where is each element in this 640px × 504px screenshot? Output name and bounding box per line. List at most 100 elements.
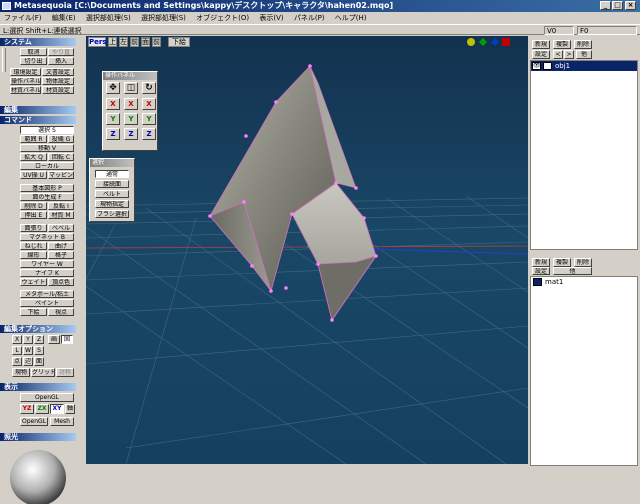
s-toggle[interactable]: S — [34, 346, 44, 355]
paint-button[interactable]: ペイント — [20, 299, 74, 307]
move-x-button[interactable]: X — [106, 98, 120, 110]
scale-z-button[interactable]: Z — [124, 128, 138, 140]
redo-button[interactable]: やり直 — [48, 48, 74, 56]
rotate-y-button[interactable]: Y — [142, 113, 156, 125]
viewpoint-button[interactable]: 視点 — [48, 308, 74, 316]
menu-object[interactable]: オブジェクト(O) — [192, 12, 253, 24]
scale-y-button[interactable]: Y — [124, 113, 138, 125]
env-settings-button[interactable]: 環境設定 — [10, 68, 41, 76]
view-top-button[interactable]: 上 — [108, 37, 117, 47]
metaball-button[interactable]: メタボール/粘土 — [20, 290, 74, 298]
select-current-button[interactable]: 現物指定 — [95, 200, 129, 208]
grip[interactable] — [2, 48, 6, 72]
move-handle-icon[interactable]: ✥ — [106, 82, 120, 94]
face-fill-button[interactable]: 面張り — [20, 224, 47, 232]
xy-view-button[interactable]: XY — [50, 404, 64, 414]
undo-button[interactable]: 取消 — [20, 48, 47, 56]
object-new-button[interactable]: 新規 — [532, 40, 550, 49]
edge-toggle[interactable]: 辺 — [23, 357, 33, 366]
delete-button[interactable]: 削除 D — [20, 202, 47, 210]
fixed-toggle[interactable]: 固 — [61, 335, 73, 344]
view-left-button[interactable]: 左 — [119, 37, 128, 47]
material-list[interactable]: mat1 — [530, 276, 638, 466]
menu-file[interactable]: ファイル(F) — [0, 12, 46, 24]
insert-button[interactable]: 挿入 — [48, 57, 74, 65]
close-button[interactable]: × — [625, 1, 636, 10]
navigation-icons[interactable] — [466, 37, 526, 47]
material-row[interactable]: mat1 — [531, 277, 637, 287]
scale-x-button[interactable]: X — [124, 98, 138, 110]
material-settings-button[interactable]: 材質設定 — [42, 86, 74, 94]
material-delete-button[interactable]: 削除 — [574, 258, 592, 267]
axis-z-toggle[interactable]: Z — [34, 335, 44, 344]
flip-button[interactable]: 反転 I — [48, 202, 74, 210]
lasso-tool-button[interactable]: 投縄 G — [48, 135, 74, 143]
material-other-button[interactable]: 他 — [553, 267, 592, 275]
weight-button[interactable]: ウェイト — [20, 278, 47, 286]
material-panel-button[interactable]: 材質パネル — [10, 86, 41, 94]
cut-button[interactable]: 切り出 — [20, 57, 47, 65]
object-row[interactable]: 👁 obj1 — [531, 61, 637, 71]
wire-button[interactable]: ワイヤー W — [20, 260, 74, 268]
screen-toggle[interactable]: 画 — [48, 335, 60, 344]
rotate-tool-button[interactable]: 回転 C — [48, 153, 74, 161]
l-toggle[interactable]: L — [12, 346, 22, 355]
face-create-button[interactable]: 面の生成 F — [20, 193, 74, 201]
object-list[interactable]: 👁 obj1 — [530, 60, 638, 250]
linear-button[interactable]: 線形 — [20, 251, 47, 259]
view-front-button[interactable]: 前 — [130, 37, 139, 47]
vertex-color-button[interactable]: 頂点色 — [48, 278, 74, 286]
menu-select[interactable]: 選択部処理(S) — [82, 12, 135, 24]
light-sphere-preview[interactable] — [8, 444, 68, 504]
bevel-button[interactable]: ベベル — [48, 224, 74, 232]
select-panel[interactable]: 選択 通常 接続面 ベルト 現物指定 ブラシ選択 — [89, 158, 135, 222]
axis-y-toggle[interactable]: Y — [23, 335, 33, 344]
view-face-button[interactable]: 面 — [141, 37, 150, 47]
uv-tool-button[interactable]: UV操 U — [20, 171, 47, 179]
w-toggle[interactable]: W — [23, 346, 33, 355]
material-new-button[interactable]: 新規 — [532, 258, 550, 267]
operation-panel-button[interactable]: 操作パネル — [10, 77, 41, 85]
symmetry-toggle[interactable]: 対称 — [56, 368, 74, 377]
visibility-icon[interactable]: 👁 — [532, 62, 541, 70]
scale-tool-button[interactable]: 拡大 Q — [20, 153, 47, 161]
select-normal-button[interactable]: 通常 — [95, 170, 129, 178]
local-tool-button[interactable]: ローカル — [20, 162, 74, 170]
extrude-button[interactable]: 押出 E — [20, 211, 47, 219]
menu-select2[interactable]: 選択部処理(S) — [137, 12, 190, 24]
maximize-button[interactable]: □ — [612, 1, 623, 10]
object-copy-button[interactable]: 複製 — [553, 40, 571, 49]
lock-checkbox[interactable] — [543, 62, 552, 70]
minimize-button[interactable]: _ — [600, 1, 611, 10]
underlay-button[interactable]: 下絵 — [168, 37, 190, 47]
range-tool-button[interactable]: 範囲 R — [20, 135, 47, 143]
object-delete-button[interactable]: 削除 — [574, 40, 592, 49]
select-tool-button[interactable]: 選択 S — [20, 126, 74, 134]
bend-button[interactable]: 曲げ — [48, 242, 74, 250]
object-settings-button[interactable]: 設定 — [532, 50, 550, 59]
object-other-button[interactable]: 他 — [576, 50, 592, 59]
opengl-button-2[interactable]: OpenGL — [20, 417, 48, 426]
doc-settings-button[interactable]: 文書設定 — [42, 68, 74, 76]
select-belt-button[interactable]: ベルト — [95, 190, 129, 198]
perspective-toggle[interactable]: Pers — [88, 37, 107, 47]
view-front2-button[interactable]: 前 — [152, 37, 161, 47]
rotate-z-button[interactable]: Z — [142, 128, 156, 140]
move-tool-button[interactable]: 移動 V — [20, 144, 74, 152]
twist-button[interactable]: ねじれ — [20, 242, 47, 250]
draw-button[interactable]: 下絵 — [20, 308, 47, 316]
object-prev-button[interactable]: < — [553, 50, 563, 59]
material-settings-button[interactable]: 設定 — [532, 267, 550, 275]
material-button[interactable]: 材質 M — [48, 211, 74, 219]
knife-button[interactable]: ナイフ K — [20, 269, 74, 277]
menu-edit[interactable]: 編集(E) — [48, 12, 80, 24]
point-toggle[interactable]: 点 — [12, 357, 22, 366]
scale-handle-icon[interactable]: ◫ — [124, 82, 138, 94]
yz-view-button[interactable]: YZ — [20, 404, 34, 414]
zx-view-button[interactable]: ZX — [35, 404, 49, 414]
menu-help[interactable]: ヘルプ(H) — [331, 12, 371, 24]
rotate-x-button[interactable]: X — [142, 98, 156, 110]
mesh-button[interactable]: Mesh — [50, 417, 74, 426]
select-brush-button[interactable]: ブラシ選択 — [95, 210, 129, 218]
select-connected-button[interactable]: 接続面 — [95, 180, 129, 188]
